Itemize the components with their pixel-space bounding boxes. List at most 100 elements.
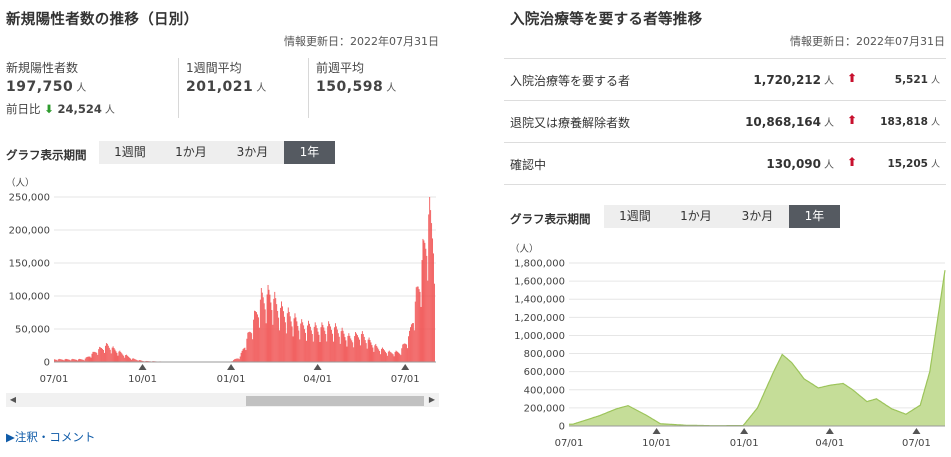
- bar: [385, 351, 386, 362]
- bar: [308, 320, 309, 362]
- notes-link[interactable]: ▶注釈・コメント: [6, 429, 95, 445]
- bar: [395, 350, 397, 362]
- bar: [295, 317, 297, 362]
- row-value: 10,868,164 人: [745, 115, 834, 129]
- bar: [287, 307, 289, 362]
- bar: [341, 327, 343, 362]
- bar: [302, 322, 304, 362]
- bar: [337, 333, 339, 362]
- day-diff-value: 24,524: [57, 102, 102, 116]
- bar: [397, 352, 399, 362]
- bar: [117, 355, 119, 362]
- bar: [87, 356, 89, 362]
- bar: [385, 353, 387, 362]
- bar: [106, 343, 108, 362]
- bar: [432, 238, 434, 362]
- x-tick-marker: [227, 364, 236, 370]
- bar: [237, 358, 239, 362]
- week-avg-value: 201,021 人: [186, 79, 267, 95]
- bar: [129, 357, 130, 362]
- bar: [288, 311, 290, 362]
- bar: [326, 341, 328, 362]
- bar: [311, 333, 313, 362]
- bar: [258, 327, 260, 362]
- period-1year-button[interactable]: 1年: [789, 205, 840, 228]
- bar: [424, 242, 426, 362]
- bar: [403, 343, 405, 362]
- bar: [406, 344, 408, 362]
- bar: [118, 351, 120, 362]
- period-1month-button[interactable]: 1か月: [666, 205, 726, 228]
- bar: [128, 356, 129, 362]
- bar: [299, 339, 301, 362]
- bar: [378, 349, 380, 362]
- bar: [372, 347, 374, 362]
- bar: [254, 310, 255, 362]
- bar: [297, 326, 299, 362]
- bar: [267, 284, 269, 362]
- period-3month-button[interactable]: 3か月: [221, 141, 284, 164]
- x-tick-label: 01/01: [730, 438, 759, 449]
- bar: [365, 343, 367, 362]
- bar: [408, 336, 409, 362]
- panel-title: 新規陽性者数の推移（日別）: [6, 12, 199, 28]
- bar: [307, 325, 308, 362]
- bar: [405, 343, 407, 362]
- bar: [93, 351, 95, 362]
- bar: [426, 255, 428, 362]
- chart-scrollbar[interactable]: ◀ ▶: [6, 393, 439, 407]
- bar: [418, 289, 420, 362]
- bar: [127, 355, 128, 362]
- x-tick-marker: [912, 428, 921, 434]
- bar: [281, 301, 282, 362]
- period-1week-button[interactable]: 1週間: [99, 141, 161, 164]
- bar: [318, 334, 320, 362]
- bar: [367, 339, 369, 362]
- bar: [312, 341, 314, 362]
- bar: [413, 330, 415, 362]
- bar: [257, 317, 259, 362]
- scroll-thumb[interactable]: [246, 396, 424, 406]
- period-1month-button[interactable]: 1か月: [161, 141, 221, 164]
- new-cases-label: 新規陽性者数: [6, 61, 79, 75]
- row-diff: 5,521 人: [894, 74, 940, 86]
- bar: [283, 311, 284, 362]
- bar: [120, 351, 122, 362]
- bar: [293, 318, 295, 362]
- scroll-right-icon[interactable]: ▶: [425, 393, 439, 407]
- bar: [384, 350, 385, 362]
- bar: [347, 335, 349, 362]
- prev-week-avg-label: 前週平均: [316, 61, 365, 75]
- period-1year-button[interactable]: 1年: [284, 141, 335, 164]
- bar: [130, 358, 131, 362]
- bar: [334, 323, 336, 362]
- bar: [269, 294, 271, 362]
- bar: [313, 326, 315, 362]
- x-tick-label: 07/01: [391, 374, 420, 385]
- period-3month-button[interactable]: 3か月: [726, 205, 789, 228]
- bar: [240, 352, 242, 362]
- bar: [314, 322, 316, 362]
- bar: [357, 335, 358, 362]
- bar: [420, 306, 422, 362]
- bar: [250, 332, 252, 362]
- bar: [382, 347, 383, 362]
- bar: [376, 346, 378, 362]
- bar: [122, 354, 124, 362]
- prev-week-avg-value: 150,598 人: [316, 79, 397, 95]
- x-tick-marker: [138, 364, 147, 370]
- bar: [340, 331, 342, 362]
- bar: [317, 331, 319, 362]
- scroll-left-icon[interactable]: ◀: [6, 393, 20, 407]
- bar: [346, 346, 348, 362]
- bar: [260, 288, 262, 362]
- x-tick-label: 01/01: [217, 374, 246, 385]
- y-tick-label: 200,000: [9, 226, 50, 237]
- period-label: グラフ表示期間: [510, 212, 591, 226]
- x-tick-marker: [740, 428, 749, 434]
- y-tick-label: 600,000: [524, 367, 565, 378]
- bar: [241, 350, 243, 362]
- bar: [285, 333, 287, 362]
- period-1week-button[interactable]: 1週間: [604, 205, 666, 228]
- bar: [92, 351, 94, 362]
